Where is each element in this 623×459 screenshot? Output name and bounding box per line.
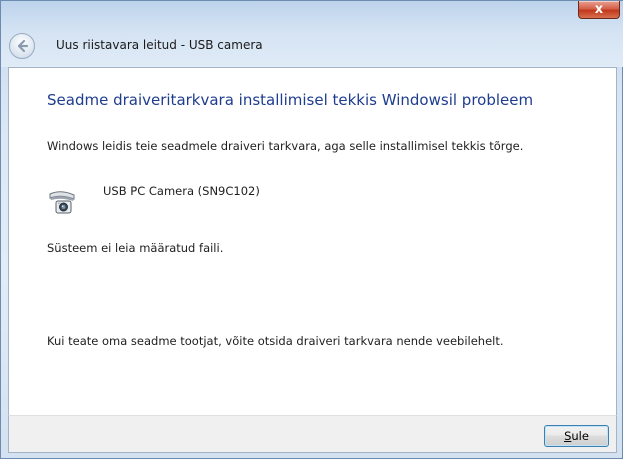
- page-heading: Seadme draiveritarkvara installimisel te…: [47, 91, 534, 109]
- button-bar: Sule: [8, 415, 617, 453]
- close-button-label: ule: [571, 429, 589, 443]
- title-bar: [1, 1, 623, 67]
- manufacturer-hint: Kui teate oma seadme tootjat, võite otsi…: [47, 334, 504, 348]
- content-panel: Seadme draiveritarkvara installimisel te…: [8, 67, 617, 415]
- device-name: USB PC Camera (SN9C102): [103, 184, 260, 198]
- close-dialog-button[interactable]: Sule: [544, 425, 609, 447]
- back-arrow-icon: [17, 39, 29, 53]
- wizard-title: Uus riistavara leitud - USB camera: [56, 38, 263, 52]
- window-close-button[interactable]: x: [578, 1, 620, 19]
- usb-camera-icon: [49, 191, 75, 214]
- dialog-window: x Uus riistavara leitud - USB camera Sea…: [0, 0, 623, 459]
- close-button-accel: S: [564, 429, 572, 443]
- found-driver-text: Windows leidis teie seadmele draiveri ta…: [47, 139, 524, 153]
- error-message: Süsteem ei leia määratud faili.: [47, 241, 224, 255]
- back-button[interactable]: [9, 33, 35, 59]
- close-icon: x: [594, 2, 604, 17]
